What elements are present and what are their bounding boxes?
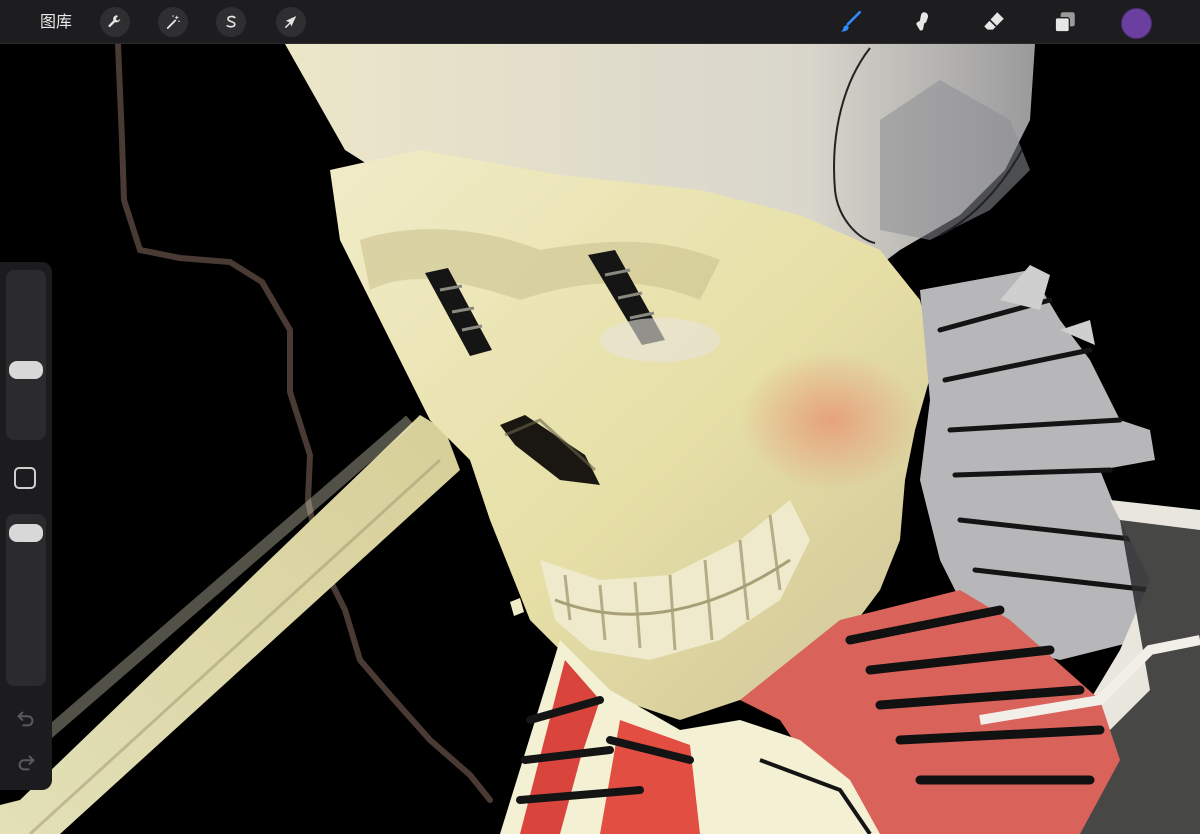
brush-size-thumb[interactable] (9, 360, 43, 379)
selection-s-icon (226, 15, 236, 28)
smudge-icon (916, 12, 929, 31)
redo-icon (18, 755, 35, 771)
layers-button[interactable] (1049, 6, 1081, 38)
arrow-cursor-icon (285, 16, 297, 28)
brush-size-slider[interactable] (6, 270, 46, 440)
undo-button[interactable] (13, 708, 39, 730)
top-toolbar: 图库 (0, 0, 1200, 44)
brush-opacity-slider[interactable] (6, 514, 46, 686)
drawing-canvas[interactable] (0, 44, 1200, 834)
selection-button[interactable] (216, 7, 246, 37)
wrench-icon (108, 15, 121, 28)
brush-opacity-thumb[interactable] (9, 524, 43, 543)
smudge-tool-button[interactable] (906, 6, 938, 38)
actions-button[interactable] (100, 7, 130, 37)
skull-artwork (0, 44, 1200, 834)
magic-wand-icon (166, 15, 180, 29)
left-sidebar (0, 262, 52, 790)
undo-icon (17, 711, 34, 727)
eraser-tool-button[interactable] (978, 6, 1010, 38)
modify-square-icon[interactable] (14, 467, 36, 489)
transform-button[interactable] (276, 7, 306, 37)
brush-icon (840, 10, 862, 32)
brush-tool-button[interactable] (834, 6, 866, 38)
color-picker-button[interactable] (1121, 8, 1152, 39)
gallery-button[interactable]: 图库 (40, 11, 72, 33)
redo-button[interactable] (13, 752, 39, 774)
eraser-icon (984, 12, 1004, 30)
layers-icon (1054, 12, 1075, 33)
adjustments-button[interactable] (158, 7, 188, 37)
